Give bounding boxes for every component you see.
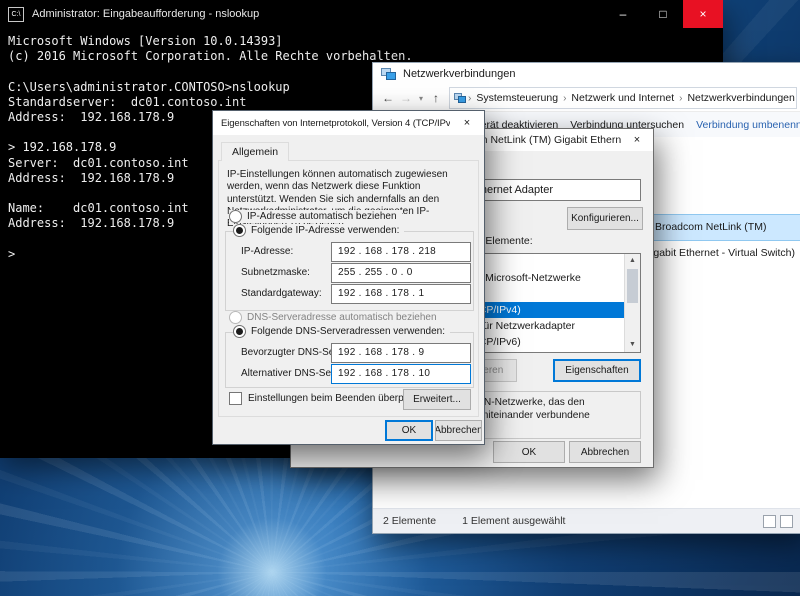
desktop: C:\ Administrator: Eingabeaufforderung -… bbox=[0, 0, 800, 596]
close-icon[interactable]: × bbox=[683, 0, 723, 28]
status-item-count: 2 Elemente bbox=[383, 515, 436, 527]
ipv4-dialog-title: Eigenschaften von Internetprotokoll, Ver… bbox=[221, 118, 459, 129]
folder-location-icon bbox=[454, 93, 466, 103]
cancel-button[interactable]: Abbrechen bbox=[435, 420, 482, 441]
breadcrumb: › Systemsteuerung › Netzwerk und Interne… bbox=[449, 87, 797, 109]
radio-label: Folgende DNS-Serveradressen verwenden: bbox=[251, 326, 445, 337]
radio-icon bbox=[233, 224, 246, 237]
view-toggle-icons bbox=[763, 515, 793, 528]
tab-allgemein[interactable]: Allgemein bbox=[221, 142, 289, 161]
radio-icon bbox=[233, 325, 246, 338]
breadcrumb-item-systemsteuerung[interactable]: Systemsteuerung bbox=[473, 92, 561, 104]
up-icon[interactable]: ↑ bbox=[427, 91, 445, 105]
scroll-down-icon[interactable]: ▼ bbox=[625, 338, 640, 352]
ipv4-dialog-titlebar[interactable]: Eigenschaften von Internetprotokoll, Ver… bbox=[213, 111, 484, 135]
radio-label: IP-Adresse automatisch beziehen bbox=[247, 211, 397, 222]
details-view-icon[interactable] bbox=[763, 515, 776, 528]
cancel-button[interactable]: Abbrechen bbox=[569, 441, 641, 463]
checkbox-icon bbox=[229, 392, 242, 405]
address-bar: ← → ▾ ↑ › Systemsteuerung › Netzwerk und… bbox=[373, 85, 800, 112]
radio-auto-dns[interactable]: DNS-Serveradresse automatisch beziehen bbox=[229, 311, 442, 324]
advanced-button[interactable]: Erweitert... bbox=[403, 389, 471, 410]
explorer-titlebar[interactable]: Netzwerkverbindungen bbox=[373, 63, 800, 85]
scrollbar[interactable]: ▲ ▼ bbox=[624, 254, 640, 352]
radio-static-ip[interactable]: Folgende IP-Adresse verwenden: bbox=[233, 224, 404, 237]
back-icon[interactable]: ← bbox=[379, 91, 397, 105]
maximize-icon[interactable]: □ bbox=[643, 0, 683, 28]
thumbnail-view-icon[interactable] bbox=[780, 515, 793, 528]
scrollbar-thumb[interactable] bbox=[627, 269, 638, 303]
forward-icon[interactable]: → bbox=[397, 91, 415, 105]
chevron-right-icon: › bbox=[677, 93, 684, 104]
radio-label: Folgende IP-Adresse verwenden: bbox=[251, 225, 399, 236]
close-icon[interactable]: × bbox=[621, 129, 653, 150]
default-gateway-input[interactable]: 192 . 168 . 178 . 1 bbox=[331, 284, 471, 304]
chevron-right-icon: › bbox=[561, 93, 568, 104]
cmd-window-title: Administrator: Eingabeaufforderung - nsl… bbox=[32, 8, 259, 20]
scroll-up-icon[interactable]: ▲ bbox=[625, 254, 640, 268]
properties-button[interactable]: Eigenschaften bbox=[553, 359, 641, 382]
cmd-titlebar[interactable]: C:\ Administrator: Eingabeaufforderung -… bbox=[0, 0, 723, 28]
cmd-icon: C:\ bbox=[8, 7, 24, 22]
recent-pages-icon[interactable]: ▾ bbox=[415, 94, 427, 103]
subnet-mask-label: Subnetzmaske: bbox=[241, 267, 310, 278]
radio-icon bbox=[229, 210, 242, 223]
default-gateway-label: Standardgateway: bbox=[241, 288, 322, 299]
close-icon[interactable]: × bbox=[450, 111, 484, 134]
radio-icon bbox=[229, 311, 242, 324]
radio-static-dns[interactable]: Folgende DNS-Serveradressen verwenden: bbox=[233, 325, 450, 338]
toolbar-rename-connection[interactable]: Verbindung umbenennen bbox=[696, 119, 800, 131]
subnet-mask-input[interactable]: 255 . 255 . 0 . 0 bbox=[331, 263, 471, 283]
status-selected-count: 1 Element ausgewählt bbox=[462, 515, 565, 527]
ip-address-input[interactable]: 192 . 168 . 178 . 218 bbox=[331, 242, 471, 262]
checkbox-label: Einstellungen beim Beenden überprüfen bbox=[248, 393, 426, 404]
preferred-dns-input[interactable]: 192 . 168 . 178 . 9 bbox=[331, 343, 471, 363]
ok-button[interactable]: OK bbox=[493, 441, 565, 463]
breadcrumb-item-netzwerkverbindungen[interactable]: Netzwerkverbindungen bbox=[684, 92, 797, 104]
alternate-dns-input[interactable]: 192 . 168 . 178 . 10 bbox=[331, 364, 471, 384]
explorer-window-title: Netzwerkverbindungen bbox=[403, 68, 516, 80]
network-connections-icon bbox=[381, 68, 396, 81]
breadcrumb-item-netzwerk-und-internet[interactable]: Netzwerk und Internet bbox=[568, 92, 677, 104]
configure-button[interactable]: Konfigurieren... bbox=[567, 207, 643, 230]
ipv4-properties-dialog: Eigenschaften von Internetprotokoll, Ver… bbox=[212, 110, 485, 445]
connection-tile-ethernet[interactable]: Broadcom NetLink (TM) bbox=[649, 214, 800, 241]
ip-address-label: IP-Adresse: bbox=[241, 246, 293, 257]
radio-auto-ip[interactable]: IP-Adresse automatisch beziehen bbox=[229, 210, 402, 223]
ok-button[interactable]: OK bbox=[385, 420, 433, 441]
minimize-icon[interactable]: – bbox=[603, 0, 643, 28]
validate-settings-checkbox[interactable]: Einstellungen beim Beenden überprüfen bbox=[229, 392, 426, 405]
status-bar: 2 Elemente 1 Element ausgewählt bbox=[373, 508, 800, 533]
radio-label: DNS-Serveradresse automatisch beziehen bbox=[247, 312, 437, 323]
chevron-right-icon: › bbox=[466, 93, 473, 104]
